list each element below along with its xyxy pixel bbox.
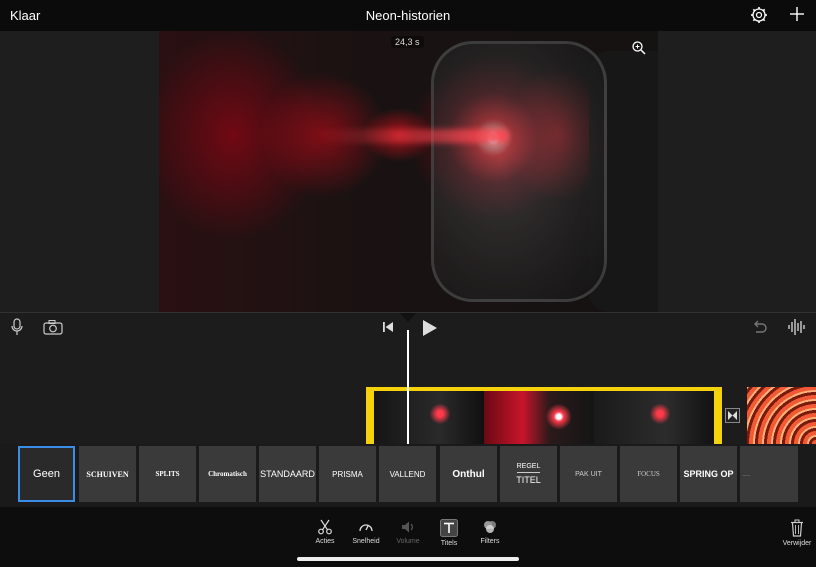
clip-duration-label: 24,3 s [391,36,424,48]
transition-icon[interactable] [725,408,740,423]
next-video-clip[interactable] [747,387,816,444]
tool-volume[interactable]: Volume [388,519,428,545]
camera-icon[interactable] [43,319,63,335]
clip-frame [594,391,714,444]
skip-to-start-icon[interactable] [381,320,395,334]
video-scene-beam [319,129,509,143]
title-style-more[interactable]: ...... [740,446,798,502]
playhead-marker [400,313,416,322]
add-icon[interactable] [788,5,806,23]
video-scene-lens [431,41,607,302]
title-style-reveal[interactable]: Onthul [440,446,497,502]
title-style-standard[interactable]: STANDAARD [259,446,316,502]
video-preview[interactable] [159,31,658,312]
title-style-none[interactable]: Geen [18,446,75,502]
title-style-slide[interactable]: SCHUIVEN [79,446,136,502]
tool-speed[interactable]: Snelheid [346,519,386,545]
selected-video-clip[interactable] [366,387,722,444]
tool-titles[interactable]: Titels [429,519,469,547]
title-style-split[interactable]: SPLITS [139,446,196,502]
home-indicator[interactable] [297,557,519,561]
undo-icon[interactable] [750,319,768,335]
scissors-icon [318,519,332,535]
title-style-pop-up[interactable]: SPRING OP [680,446,737,502]
gear-icon[interactable] [750,6,768,24]
filters-icon [484,521,496,533]
delete-button[interactable]: Verwijder [778,519,816,547]
microphone-icon[interactable] [10,318,24,336]
playhead[interactable] [407,330,409,444]
speedometer-icon [359,524,373,532]
trash-icon [791,519,803,537]
title-style-line-title[interactable]: REGEL TITEL [500,446,557,502]
tool-actions[interactable]: Acties [305,519,345,545]
clip-frame [374,391,484,444]
zoom-icon[interactable] [631,40,647,56]
title-style-unpack[interactable]: PAK UIT [560,446,617,502]
play-icon[interactable] [420,319,438,337]
clip-frame [484,391,594,444]
speaker-icon [402,521,413,533]
title-style-focus[interactable]: FOCUS [620,446,677,502]
title-T-icon [440,519,458,537]
video-viewer [0,31,816,312]
title-style-chromatic[interactable]: Chromatisch [199,446,256,502]
title-style-falling[interactable]: VALLEND [379,446,436,502]
title-style-prism[interactable]: PRISMA [319,446,376,502]
audio-waveform-icon[interactable] [787,318,807,336]
project-title: Neon-historien [365,8,451,23]
tool-filters[interactable]: Filters [470,519,510,545]
